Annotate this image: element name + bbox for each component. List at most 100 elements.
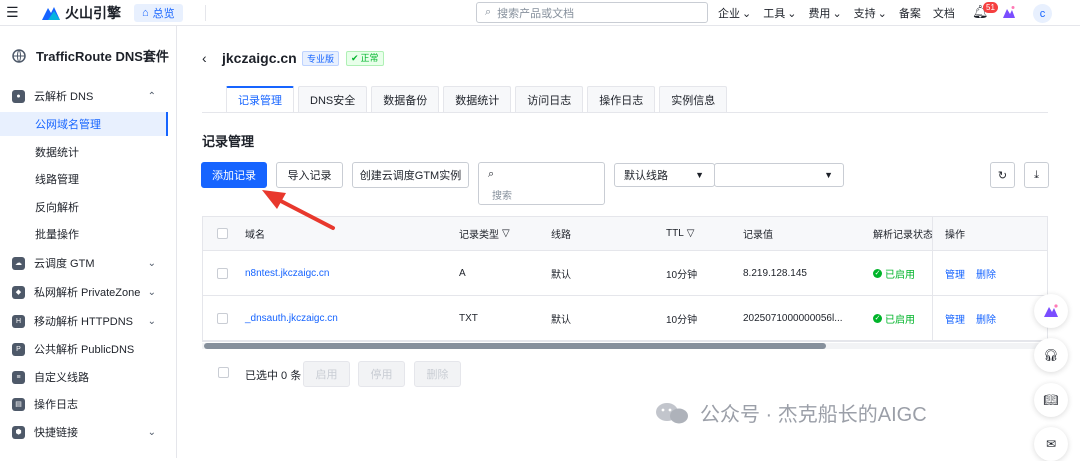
http-icon: H (12, 314, 25, 328)
ai-assistant-button[interactable] (1034, 294, 1068, 328)
create-gtm-button[interactable]: 创建云调度GTM实例 (352, 162, 469, 188)
global-search-input[interactable]: ⌕ 搜索产品或文档 (476, 2, 708, 23)
cloud-icon: ☁ (12, 256, 25, 270)
top-bar: ☰ 火山引擎 ⌂ 总览 ⌕ 搜索产品或文档 企业 ⌄ 工具 ⌄ 费用 ⌄ 支持 ⌄ 备案… (0, 0, 1080, 26)
tab-dns-security[interactable]: DNS安全 (298, 86, 368, 112)
record-domain-link[interactable]: n8ntest.jkczaigc.cn (245, 251, 330, 295)
nav-support[interactable]: 支持 ⌄ (854, 5, 887, 21)
col-ttl[interactable]: TTL ▽ (666, 217, 694, 250)
tab-instance-info[interactable]: 实例信息 (659, 86, 728, 112)
private-zone-icon: ◆ (12, 285, 25, 299)
download-icon: ⤓ (1034, 168, 1039, 181)
sidebar-group-httpdns[interactable]: H 移动解析 HTTPDNS ⌄ (0, 308, 176, 334)
col-type[interactable]: 记录类型 ▽ (459, 217, 510, 250)
public-dns-icon: P (12, 342, 25, 356)
filter-icon[interactable]: ▽ (502, 228, 510, 239)
scrollbar-thumb[interactable] (204, 343, 826, 349)
chevron-down-icon: ▼ (824, 170, 833, 180)
sidebar-item-custom-lines[interactable]: ≡ 自定义线路 (0, 364, 176, 390)
sidebar-item-data-stats[interactable]: 数据统计 (0, 140, 168, 164)
chevron-down-icon: ⌄ (742, 7, 752, 20)
tab-operation-log[interactable]: 操作日志 (587, 86, 656, 112)
feedback-button[interactable]: ✉ (1034, 427, 1068, 461)
tab-data-stats[interactable]: 数据统计 (443, 86, 512, 112)
tabs-divider (202, 112, 1048, 113)
section-title: 记录管理 (202, 134, 255, 149)
overview-button[interactable]: ⌂ 总览 (134, 4, 183, 22)
custom-lines-icon: ≡ (12, 370, 25, 384)
selected-count: 已选中 0 条 (245, 370, 302, 382)
batch-delete-button[interactable]: 删除 (414, 361, 461, 387)
nav-billing[interactable]: 费用 ⌄ (808, 5, 841, 21)
import-record-button[interactable]: 导入记录 (276, 162, 343, 188)
sidebar-item-reverse-resolution[interactable]: 反向解析 (0, 195, 168, 219)
hamburger-menu-icon[interactable]: ☰ (6, 4, 19, 21)
sidebar-item-operation-log[interactable]: ▤ 操作日志 (0, 391, 176, 417)
search-icon: ⌕ (488, 168, 495, 180)
refresh-button[interactable]: ↻ (990, 162, 1015, 188)
nav-enterprise[interactable]: 企业 ⌄ (718, 5, 751, 21)
log-icon: ▤ (12, 397, 25, 411)
chevron-down-icon: ⌄ (877, 7, 887, 20)
sidebar-group-privatezone[interactable]: ◆ 私网解析 PrivateZone ⌄ (0, 279, 176, 305)
back-arrow-icon[interactable]: ‹ (202, 50, 207, 66)
docs-button[interactable]: 📖︎ (1034, 383, 1068, 417)
sidebar-item-batch-ops[interactable]: 批量操作 (0, 222, 168, 246)
row-checkbox[interactable] (217, 312, 228, 324)
manage-link[interactable]: 管理 (945, 251, 965, 295)
nav-filing[interactable]: 备案 (899, 5, 921, 21)
record-ttl: 10分钟 (666, 314, 698, 326)
footer-select-checkbox[interactable] (218, 367, 229, 378)
delete-link[interactable]: 删除 (976, 251, 996, 295)
enable-button[interactable]: 启用 (303, 361, 350, 387)
col-status: 解析记录状态 (873, 230, 933, 241)
chevron-down-icon: ⌄ (832, 7, 842, 20)
sidebar-item-line-management[interactable]: 线路管理 (0, 167, 168, 191)
nav-docs[interactable]: 文档 (933, 5, 955, 21)
book-icon: 📖︎ (1043, 393, 1059, 407)
sidebar-item-publicdns[interactable]: P 公共解析 PublicDNS (0, 336, 176, 362)
ai-assistant-icon[interactable] (1002, 5, 1016, 19)
line-value-select[interactable]: ▼ (714, 163, 844, 187)
record-value: 8.219.128.145 (743, 267, 807, 279)
record-search-input[interactable]: ⌕ 搜索 (478, 162, 605, 205)
sidebar-group-gtm[interactable]: ☁ 云调度 GTM ⌄ (0, 250, 176, 276)
record-status: ✓ 已启用 (873, 313, 915, 326)
dns-icon: ● (12, 89, 25, 103)
download-button[interactable]: ⤓ (1024, 162, 1049, 188)
actions-column-divider (932, 217, 933, 341)
customer-service-button[interactable]: 🎧︎ (1034, 338, 1068, 372)
col-domain: 域名 (245, 230, 265, 241)
dns-suite-icon (12, 48, 26, 63)
avatar[interactable]: c (1033, 4, 1052, 23)
sidebar-group-cloud-dns[interactable]: ● 云解析 DNS ⌃ (0, 83, 176, 109)
edition-badge: 专业版 (302, 51, 340, 66)
select-all-checkbox[interactable] (217, 228, 228, 239)
search-placeholder: 搜索产品或文档 (497, 7, 575, 20)
nav-tools[interactable]: 工具 ⌄ (763, 5, 796, 21)
volcengine-logo[interactable]: 火山引擎 (42, 3, 121, 23)
record-domain-link[interactable]: _dnsauth.jkczaigc.cn (245, 296, 338, 340)
tab-record-management[interactable]: 记录管理 (226, 86, 294, 112)
manage-link[interactable]: 管理 (945, 296, 965, 340)
check-circle-icon: ✓ (873, 313, 882, 323)
add-record-button[interactable]: 添加记录 (201, 162, 267, 188)
filter-icon[interactable]: ▽ (687, 228, 695, 239)
watermark: 公众号 · 杰克船长的AIGC (652, 398, 927, 427)
message-icon: ✉ (1045, 437, 1057, 451)
wechat-icon (656, 402, 688, 423)
tab-access-log[interactable]: 访问日志 (515, 86, 584, 112)
row-checkbox[interactable] (217, 267, 228, 279)
delete-link[interactable]: 删除 (976, 296, 996, 340)
line-select[interactable]: 默认线路 ▼ (614, 163, 715, 187)
disable-button[interactable]: 停用 (358, 361, 405, 387)
sidebar-item-public-domain[interactable]: 公网域名管理 (0, 112, 168, 136)
check-circle-icon: ✓ (873, 268, 882, 278)
chevron-up-icon: ⌃ (147, 90, 156, 102)
ai-assistant-icon (1044, 304, 1058, 317)
tab-data-backup[interactable]: 数据备份 (371, 86, 440, 112)
record-status: ✓ 已启用 (873, 268, 915, 281)
chevron-down-icon: ⌄ (147, 426, 156, 438)
sidebar-group-shortcuts[interactable]: ⬢ 快捷链接 ⌄ (0, 419, 176, 445)
page-title: jkczaigc.cn (222, 50, 297, 66)
